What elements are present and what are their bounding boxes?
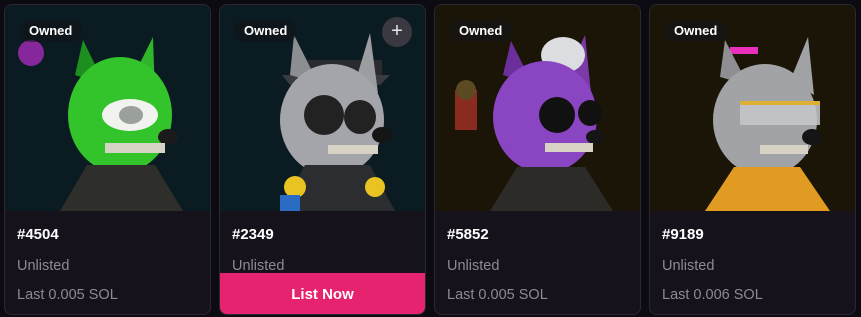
- plus-icon[interactable]: +: [382, 17, 412, 47]
- last-sale-price: Last 0.005 SOL: [447, 287, 548, 303]
- owned-badge: Owned: [449, 20, 513, 42]
- owned-badge: Owned: [234, 20, 298, 42]
- nft-card[interactable]: Owned #5852 Unlisted Last 0.005 SOL: [434, 4, 641, 315]
- last-sale-price: Last 0.006 SOL: [662, 287, 763, 303]
- nft-card[interactable]: Owned + #2349 Unlisted List Now: [219, 4, 426, 315]
- last-sale-price: Last 0.005 SOL: [17, 287, 118, 303]
- listing-status: Unlisted: [662, 258, 715, 274]
- list-now-button[interactable]: List Now: [220, 273, 425, 314]
- token-id: #9189: [662, 226, 704, 243]
- card-info: #2349 Unlisted List Now: [220, 211, 425, 314]
- nft-card[interactable]: Owned #4504 Unlisted Last 0.005 SOL: [4, 4, 211, 315]
- listing-status: Unlisted: [232, 258, 285, 274]
- listing-status: Unlisted: [17, 258, 70, 274]
- nft-grid: Owned #4504 Unlisted Last 0.005 SOL Owne…: [0, 0, 861, 317]
- card-info: #9189 Unlisted Last 0.006 SOL: [650, 211, 855, 314]
- nft-card[interactable]: Owned #9189 Unlisted Last 0.006 SOL: [649, 4, 856, 315]
- card-info: #5852 Unlisted Last 0.005 SOL: [435, 211, 640, 314]
- owned-badge: Owned: [19, 20, 83, 42]
- owned-badge: Owned: [664, 20, 728, 42]
- token-id: #5852: [447, 226, 489, 243]
- listing-status: Unlisted: [447, 258, 500, 274]
- token-id: #2349: [232, 226, 274, 243]
- token-id: #4504: [17, 226, 59, 243]
- card-info: #4504 Unlisted Last 0.005 SOL: [5, 211, 210, 314]
